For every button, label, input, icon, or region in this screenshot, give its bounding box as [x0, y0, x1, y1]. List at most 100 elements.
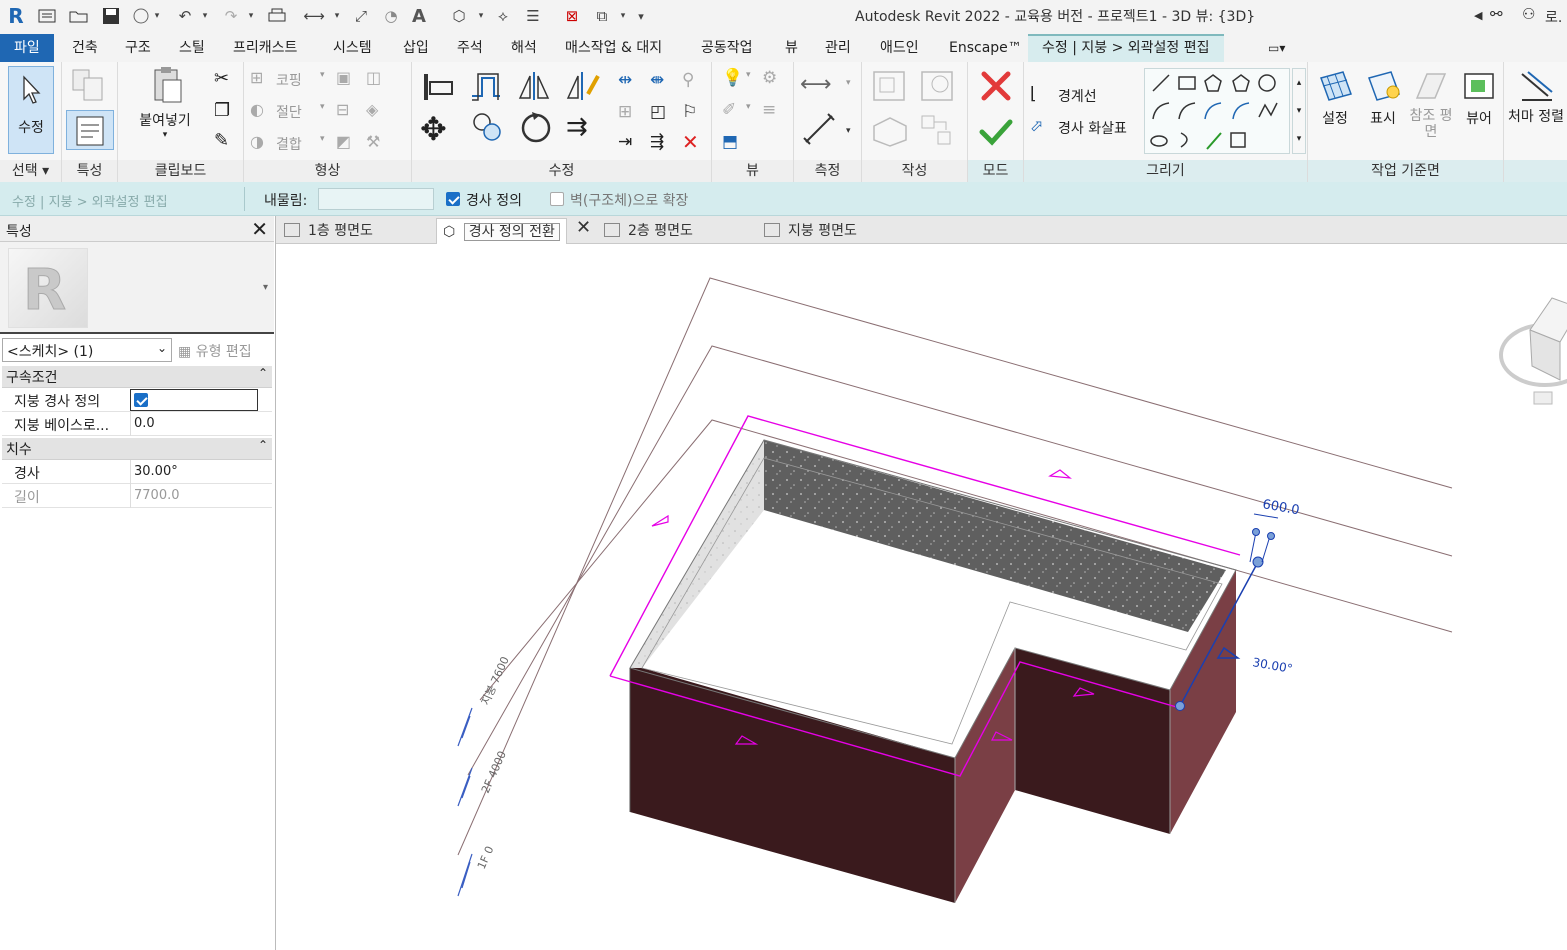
join-label[interactable]: 결합: [276, 134, 302, 154]
hide-icon[interactable]: 💡: [722, 68, 743, 88]
chevron-down-icon[interactable]: ▾: [263, 282, 268, 293]
array-icon[interactable]: ⊞: [618, 102, 632, 122]
wall-joins-icon[interactable]: ⊟: [336, 100, 349, 119]
tab-insert[interactable]: 삽입: [403, 34, 429, 62]
view-cube-icon[interactable]: ⬒: [722, 132, 738, 152]
tab-systems[interactable]: 시스템: [333, 34, 372, 62]
override-icon[interactable]: ⚙: [762, 68, 777, 88]
split-gap-icon[interactable]: ⇼: [650, 70, 664, 90]
tab-precast[interactable]: 프리캐스트: [233, 34, 297, 62]
view-tab-level-1[interactable]: 1층 평면도: [284, 220, 373, 244]
selection-filter-dropdown[interactable]: <스케치> (1) ⌄: [2, 338, 172, 362]
roof-defines-slope-checkbox[interactable]: [134, 393, 148, 407]
print-icon[interactable]: [266, 5, 288, 27]
tab-manage[interactable]: 관리: [825, 34, 851, 62]
collapse-icon[interactable]: ⌃: [258, 438, 268, 452]
chevron-down-icon[interactable]: ▾: [618, 5, 628, 27]
slope-arrow-button[interactable]: 경사 화살표: [1058, 118, 1127, 138]
match-properties-icon[interactable]: ✎: [214, 130, 229, 151]
roof-defines-slope-value[interactable]: [130, 389, 258, 411]
cut-geometry-icon[interactable]: ◐: [250, 100, 264, 119]
ribbon-display-toggle-icon[interactable]: ▭▾: [1268, 34, 1285, 62]
redo-icon[interactable]: ↷: [220, 5, 242, 27]
set-workplane-button[interactable]: 설정: [1312, 68, 1358, 128]
view-cube[interactable]: [1499, 297, 1567, 405]
view-tab-level-2[interactable]: 2층 평면도: [604, 220, 693, 244]
close-icon[interactable]: ✕: [251, 217, 268, 241]
user-icon[interactable]: ⚇: [1522, 5, 1535, 23]
chevron-down-icon[interactable]: ▾: [846, 78, 851, 88]
chevron-down-icon[interactable]: ▾: [320, 134, 325, 144]
show-workplane-button[interactable]: 표시: [1360, 68, 1406, 128]
switch-windows-icon[interactable]: ⧉: [590, 5, 614, 27]
slope-angle-label[interactable]: 30.00°: [1251, 655, 1293, 676]
filter-icon[interactable]: ≡: [762, 100, 776, 120]
linework-icon[interactable]: ✐: [722, 100, 736, 120]
info-arrow-icon[interactable]: ◀: [1474, 9, 1482, 22]
group-dimensions[interactable]: 치수 ⌃: [2, 438, 272, 460]
view-tab-roof-plan[interactable]: 지붕 평면도: [764, 220, 857, 244]
cope-icon[interactable]: ⊞: [250, 68, 263, 87]
tab-massing-site[interactable]: 매스작업 & 대지: [565, 34, 662, 62]
extend-to-wall-checkbox[interactable]: [550, 192, 564, 206]
chevron-down-icon[interactable]: ▾: [246, 5, 256, 27]
tab-steel[interactable]: 스틸: [179, 34, 205, 62]
boundary-line-icon[interactable]: ⌊: [1030, 84, 1037, 104]
copy-icon[interactable]: ❐: [214, 100, 230, 121]
chevron-down-icon[interactable]: ▾: [746, 102, 751, 112]
aligned-dimension-icon[interactable]: [802, 112, 838, 150]
type-properties-icon[interactable]: [70, 68, 106, 106]
chevron-down-icon[interactable]: ▾: [332, 5, 342, 27]
offset-icon[interactable]: [468, 70, 504, 106]
chevron-down-icon[interactable]: ▾: [320, 70, 325, 80]
finish-edit-mode-button[interactable]: [978, 116, 1014, 152]
chevron-down-icon[interactable]: ▾: [846, 126, 851, 136]
reference-plane-button[interactable]: 참조 평면: [1408, 68, 1454, 140]
tab-view[interactable]: 뷰: [785, 34, 798, 62]
demolish-icon[interactable]: ◈: [366, 100, 378, 119]
boundary-line-button[interactable]: 경계선: [1058, 86, 1097, 106]
trim-single-icon[interactable]: ⇥: [618, 132, 632, 152]
close-icon[interactable]: ✕: [576, 217, 591, 241]
paint-icon[interactable]: ▣: [336, 68, 351, 87]
chevron-down-icon[interactable]: ▾: [746, 70, 751, 80]
text-icon[interactable]: A: [408, 5, 430, 27]
create-similar-icon[interactable]: [918, 112, 958, 152]
slope-value[interactable]: 30.00°: [130, 460, 258, 484]
create-assembly-icon[interactable]: [870, 68, 910, 108]
base-offset-value[interactable]: 0.0: [130, 412, 258, 436]
cut-label[interactable]: 절단: [276, 102, 302, 122]
pin-disabled-icon[interactable]: ⚲: [682, 70, 694, 90]
aligned-dimension-icon[interactable]: ⤢: [350, 5, 372, 27]
trim-extend-icon[interactable]: ⇉: [566, 112, 588, 142]
cut-icon[interactable]: ✂: [214, 68, 229, 89]
create-group-icon[interactable]: [870, 112, 910, 152]
align-eaves-button[interactable]: 처마 정렬: [1508, 68, 1564, 126]
move-icon[interactable]: ✥: [420, 110, 447, 148]
edit-type-button[interactable]: ▦ 유형 편집: [178, 341, 252, 361]
scale-icon[interactable]: ◰: [650, 102, 666, 122]
type-selector[interactable]: R ▾: [0, 242, 274, 334]
chevron-down-icon[interactable]: ▾: [476, 5, 486, 27]
chevron-down-icon[interactable]: ▾: [152, 5, 162, 27]
copy-element-icon[interactable]: [470, 110, 506, 150]
measure-between-icon[interactable]: ⟷: [800, 72, 832, 97]
chevron-down-icon[interactable]: ▾: [320, 102, 325, 112]
mirror-pick-icon[interactable]: [516, 70, 552, 106]
sync-icon[interactable]: [130, 5, 152, 27]
section-icon[interactable]: ⟡: [492, 5, 514, 27]
customize-toolbar-icon[interactable]: ▾: [634, 5, 648, 27]
revit-logo-icon[interactable]: R: [6, 4, 26, 28]
group-constraints[interactable]: 구속조건 ⌃: [2, 366, 272, 388]
rotate-icon[interactable]: [518, 110, 554, 150]
paste-button[interactable]: 붙여넣기 ▾: [130, 66, 200, 140]
tab-collaborate[interactable]: 공동작업: [701, 34, 753, 62]
tab-annotate[interactable]: 주석: [457, 34, 483, 62]
user-name[interactable]: 로.: [1545, 7, 1562, 27]
tab-modify-roof-footprint[interactable]: 수정 | 지붕 > 외곽설정 편집: [1028, 34, 1224, 62]
wall-model[interactable]: [629, 439, 1237, 903]
thin-lines-icon[interactable]: ☰: [522, 5, 544, 27]
join-icon[interactable]: ◑: [250, 132, 264, 151]
align-icon[interactable]: [420, 70, 456, 106]
panel-title-select[interactable]: 선택 ▾: [0, 160, 61, 182]
